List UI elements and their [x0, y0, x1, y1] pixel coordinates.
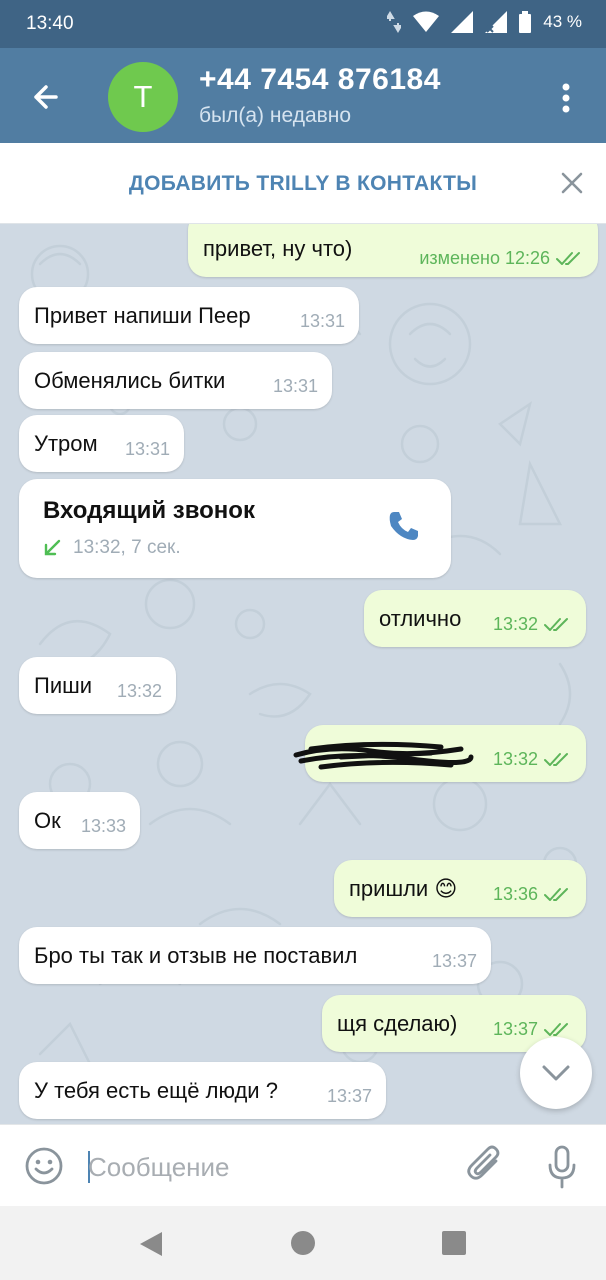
message-bubble-in[interactable]: У тебя есть ещё люди ? 13:37: [19, 1062, 386, 1119]
message-text: Привет напиши Пеер: [34, 303, 251, 328]
message-time: 13:33: [80, 816, 126, 836]
message-bubble-in[interactable]: Утром 13:31: [19, 415, 184, 472]
battery-icon: [519, 11, 532, 33]
message-text: щя сделаю): [337, 1011, 458, 1036]
call-title: Входящий звонок: [43, 497, 255, 524]
double-check-icon: [544, 1022, 568, 1036]
call-details: 13:32, 7 сек.: [73, 537, 181, 558]
message-time: 13:32: [492, 749, 538, 769]
message-time: 13:37: [492, 1019, 538, 1039]
message-bubble-in[interactable]: Привет напиши Пеер 13:31: [19, 287, 359, 344]
message-bubble-in[interactable]: Бро ты так и отзыв не поставил 13:37: [19, 927, 491, 984]
double-check-icon: [544, 617, 568, 631]
message-time: 13:31: [124, 439, 170, 459]
signal-2-icon: [485, 11, 508, 33]
message-meta: 13:32: [493, 614, 572, 635]
message-bubble-in[interactable]: Ок 13:33: [19, 792, 140, 849]
redacted-scribble: [293, 741, 474, 770]
contact-name[interactable]: +44 7454 876184: [199, 63, 441, 97]
status-bar: 13:40 43 %: [0, 0, 606, 48]
message-input[interactable]: [88, 1145, 448, 1189]
chat-area[interactable]: привет, ну что) изменено 12:26 Привет на…: [0, 224, 606, 1124]
more-vert-icon[interactable]: [552, 78, 580, 118]
status-time: 13:40: [26, 13, 74, 34]
message-text: привет, ну что): [203, 236, 353, 261]
battery-percent: 43 %: [543, 12, 582, 31]
message-time: 13:37: [326, 1086, 372, 1106]
avatar[interactable]: T: [108, 62, 178, 132]
close-icon[interactable]: [558, 169, 586, 197]
message-bubble-out[interactable]: 13:32: [293, 725, 586, 782]
call-meta: 13:32, 7 сек.: [43, 537, 181, 559]
nav-home-icon[interactable]: [290, 1230, 316, 1256]
message-bubble-out[interactable]: привет, ну что) изменено 12:26: [188, 224, 598, 277]
message-bubble-in[interactable]: Пиши 13:32: [19, 657, 176, 714]
message-bubble-out[interactable]: отлично 13:32: [364, 590, 586, 647]
mic-icon[interactable]: [546, 1145, 578, 1189]
chat-header: T +44 7454 876184 был(а) недавно: [0, 48, 606, 143]
call-message[interactable]: Входящий звонок 13:32, 7 сек.: [19, 479, 451, 578]
incoming-arrow-icon: [44, 539, 61, 556]
message-time: 13:36: [492, 884, 538, 904]
message-meta: 13:36: [493, 884, 572, 905]
add-contact-button[interactable]: ДОБАВИТЬ TRILLY В КОНТАКТЫ: [0, 172, 606, 196]
phone-icon[interactable]: [387, 509, 421, 543]
message-meta: 13:32: [493, 749, 572, 770]
message-time: 13:37: [431, 951, 477, 971]
message-time: 13:32: [492, 614, 538, 634]
chevron-down-icon: [542, 1065, 570, 1081]
message-bubble-out[interactable]: пришли 😊 13:36: [334, 860, 586, 917]
message-time: изменено 12:26: [419, 248, 550, 268]
wifi-icon: [413, 11, 440, 32]
message-time: 13:32: [116, 681, 162, 701]
contact-status: был(а) недавно: [199, 104, 352, 127]
data-arrows-icon: [387, 11, 402, 33]
double-check-icon: [544, 752, 568, 766]
message-time: 13:31: [272, 376, 318, 396]
nav-recent-icon[interactable]: [442, 1231, 466, 1255]
message-text: Пиши: [34, 673, 93, 698]
add-contact-bar: ДОБАВИТЬ TRILLY В КОНТАКТЫ: [0, 143, 606, 224]
signal-icon: [451, 11, 474, 33]
status-icons: 43 %: [387, 11, 582, 33]
message-text: отлично: [379, 606, 462, 631]
system-nav-bar: [0, 1206, 606, 1280]
double-check-icon: [556, 251, 580, 265]
message-text: Обменялись битки: [34, 368, 226, 393]
message-meta: изменено 12:26: [419, 248, 584, 269]
message-time: 13:31: [299, 311, 345, 331]
attach-icon[interactable]: [466, 1145, 504, 1187]
message-text: пришли 😊: [349, 876, 458, 901]
back-arrow-icon[interactable]: [26, 77, 66, 117]
message-bubble-in[interactable]: Обменялись битки 13:31: [19, 352, 332, 409]
nav-back-icon[interactable]: [138, 1230, 164, 1258]
scroll-down-button[interactable]: [520, 1037, 592, 1109]
message-text: Утром: [34, 431, 98, 456]
message-text: Ок: [34, 808, 61, 833]
message-composer: [0, 1124, 606, 1207]
message-text: Бро ты так и отзыв не поставил: [34, 943, 358, 968]
message-text: У тебя есть ещё люди ?: [34, 1078, 278, 1103]
double-check-icon: [544, 887, 568, 901]
emoji-icon[interactable]: [24, 1146, 64, 1186]
